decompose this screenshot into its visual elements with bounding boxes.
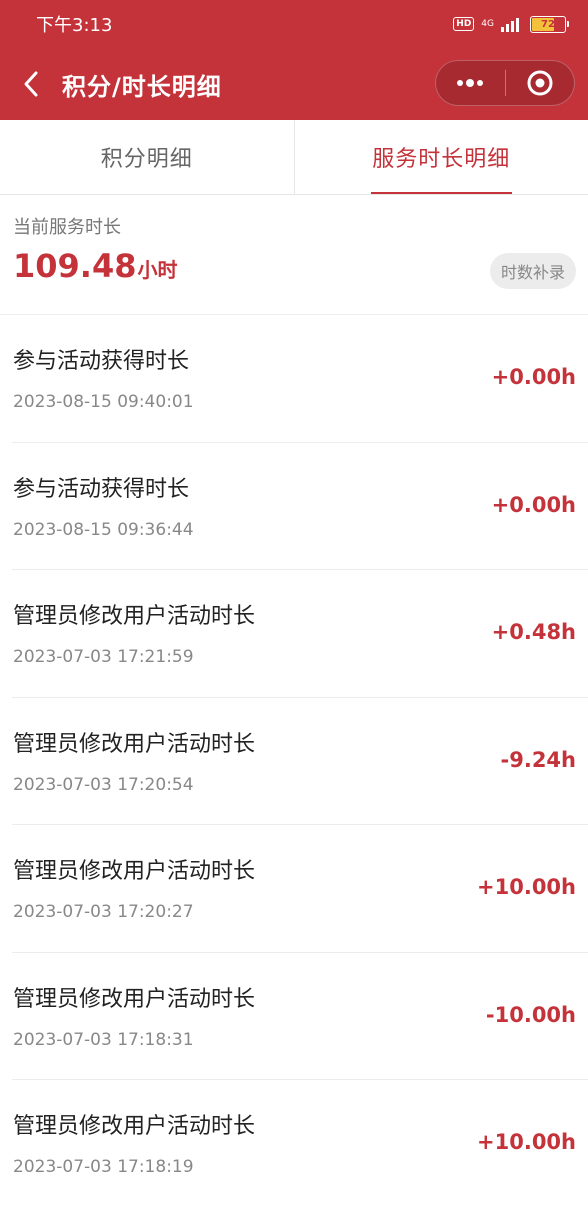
- record-amount: +0.00h: [492, 493, 576, 517]
- tab-service-hours-detail[interactable]: 服务时长明细: [294, 120, 588, 194]
- list-item[interactable]: 管理员修改用户活动时长 2023-07-03 17:20:54 -9.24h: [12, 698, 588, 826]
- record-title: 参与活动获得时长: [13, 471, 189, 503]
- chevron-left-icon: [23, 70, 39, 98]
- supplement-hours-button[interactable]: 时数补录: [490, 253, 576, 289]
- status-bar: 下午3:13 HD 4G 72: [0, 0, 588, 48]
- summary-label: 当前服务时长: [13, 213, 121, 239]
- record-amount: -10.00h: [486, 1003, 576, 1027]
- back-button[interactable]: [0, 48, 62, 120]
- record-time: 2023-07-03 17:18:31: [13, 1030, 194, 1050]
- record-title: 管理员修改用户活动时长: [13, 981, 255, 1013]
- nav-bar: 积分/时长明细: [0, 48, 588, 120]
- record-title: 管理员修改用户活动时长: [13, 1108, 255, 1140]
- target-circle-icon: [527, 70, 553, 96]
- network-label: 4G: [481, 19, 494, 29]
- signal-icon: [501, 16, 523, 32]
- list-item[interactable]: 管理员修改用户活动时长 2023-07-03 17:21:59 +0.48h: [12, 570, 588, 698]
- list-item[interactable]: 参与活动获得时长 2023-08-15 09:40:01 +0.00h: [12, 315, 588, 443]
- battery-icon: 72: [530, 16, 566, 33]
- summary-value: 109.48 小时: [13, 247, 177, 285]
- record-time: 2023-08-15 09:40:01: [13, 392, 194, 412]
- record-amount: +0.00h: [492, 365, 576, 389]
- record-title: 参与活动获得时长: [13, 343, 189, 375]
- record-time: 2023-07-03 17:20:54: [13, 775, 194, 795]
- status-time: 下午3:13: [36, 11, 112, 37]
- list-item[interactable]: 参与活动获得时长 2023-08-15 09:36:44 +0.00h: [12, 443, 588, 571]
- service-hours-summary: 当前服务时长 109.48 小时 时数补录: [0, 195, 588, 315]
- record-title: 管理员修改用户活动时长: [13, 598, 255, 630]
- close-miniprogram-button[interactable]: [506, 61, 575, 105]
- record-time: 2023-07-03 17:21:59: [13, 647, 194, 667]
- hd-icon: HD: [453, 17, 474, 31]
- record-time: 2023-07-03 17:18:19: [13, 1157, 194, 1177]
- list-item[interactable]: 管理员修改用户活动时长 2023-07-03 17:18:19 +10.00h: [12, 1080, 588, 1208]
- record-amount: -9.24h: [501, 748, 576, 772]
- record-list: 参与活动获得时长 2023-08-15 09:40:01 +0.00h 参与活动…: [0, 315, 588, 1208]
- record-title: 管理员修改用户活动时长: [13, 853, 255, 885]
- list-item[interactable]: 管理员修改用户活动时长 2023-07-03 17:18:31 -10.00h: [12, 953, 588, 1081]
- total-hours: 109.48: [13, 247, 136, 285]
- mini-program-capsule: [435, 60, 575, 106]
- record-amount: +10.00h: [477, 875, 576, 899]
- status-icons: HD 4G 72: [453, 16, 566, 33]
- record-time: 2023-08-15 09:36:44: [13, 520, 194, 540]
- record-time: 2023-07-03 17:20:27: [13, 902, 194, 922]
- more-button[interactable]: [436, 61, 505, 105]
- record-amount: +10.00h: [477, 1130, 576, 1154]
- page-title: 积分/时长明细: [62, 67, 222, 102]
- battery-level: 72: [541, 19, 555, 30]
- record-title: 管理员修改用户活动时长: [13, 726, 255, 758]
- tab-points-detail[interactable]: 积分明细: [0, 120, 294, 194]
- list-item[interactable]: 管理员修改用户活动时长 2023-07-03 17:20:27 +10.00h: [12, 825, 588, 953]
- more-dots-icon: [455, 78, 485, 88]
- header: 下午3:13 HD 4G 72 积分/时长明细: [0, 0, 588, 120]
- record-amount: +0.48h: [492, 620, 576, 644]
- hours-unit: 小时: [137, 254, 177, 283]
- tab-bar: 积分明细 服务时长明细: [0, 120, 588, 195]
